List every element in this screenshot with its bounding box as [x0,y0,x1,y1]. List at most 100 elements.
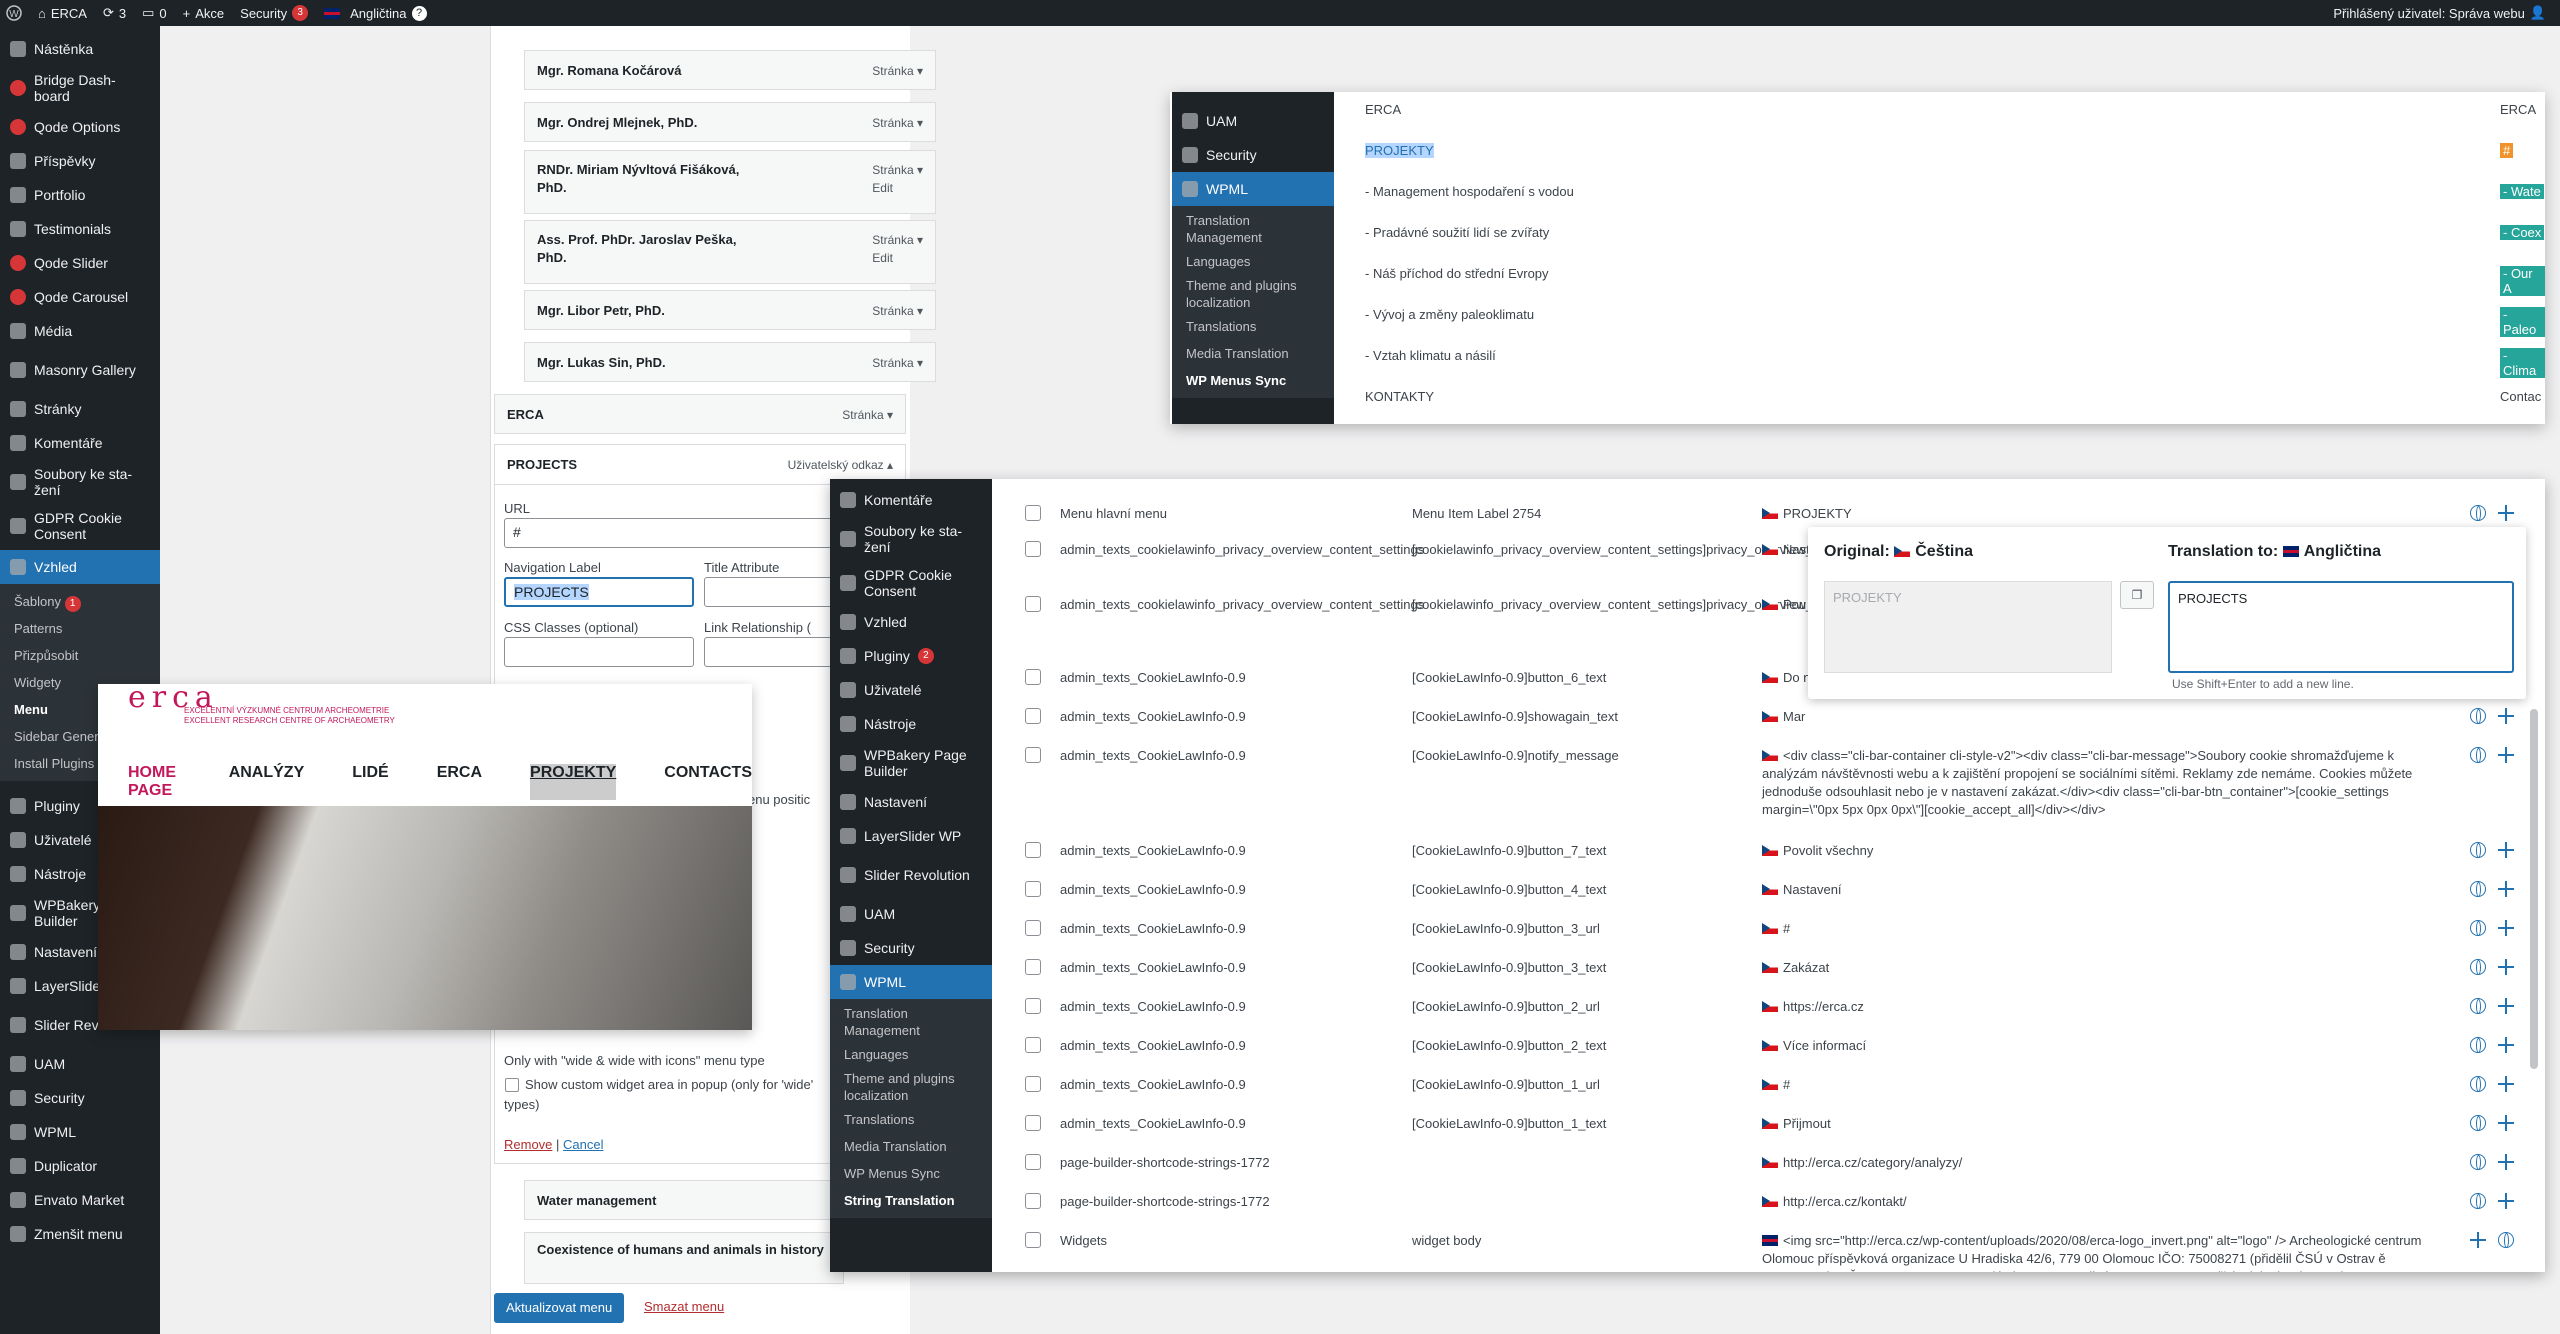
menu-media[interactable]: Média [0,314,160,348]
menu-uzivatele[interactable]: Uživatelé [830,673,992,707]
globe-icon[interactable] [2470,1154,2486,1170]
menu-envato-market[interactable]: Envato Market [0,1183,160,1217]
globe-icon[interactable] [2470,920,2486,936]
row-checkbox[interactable] [1025,920,1041,936]
row-checkbox[interactable] [1025,505,1041,521]
menu-gdpr-cookie-consent[interactable]: GDPR Cookie Consent [830,561,992,605]
updates-link[interactable]: ⟳ 3 [103,0,126,26]
site-nav-lide[interactable]: LIDÉ [352,764,388,800]
menu-item-person[interactable]: Mgr. Romana Kočárová Stránka ▾ [524,50,936,90]
wpml-submenu-translation-management[interactable]: Translation Management [1172,210,1334,248]
menu-soubory-ke-sta-zeni[interactable]: Soubory ke sta-žení [830,517,992,561]
user-account[interactable]: Přihlášený uživatel: Správa webu 👤 [2333,0,2546,26]
site-nav-erca[interactable]: ERCA [437,764,482,800]
row-checkbox[interactable] [1025,1193,1041,1209]
globe-icon[interactable] [2470,959,2486,975]
add-translation-icon[interactable] [2498,842,2514,858]
wpml-submenu-translations[interactable]: Translations [830,1106,992,1133]
add-translation-icon[interactable] [2498,998,2514,1014]
language-switcher[interactable]: Angličtina? [324,0,427,26]
globe-icon[interactable] [2498,1232,2514,1248]
menu-item-person[interactable]: RNDr. Miriam Nývltová Fišáková, PhD. Strá… [524,150,936,214]
wpml-submenu-languages[interactable]: Languages [830,1041,992,1068]
add-translation-icon[interactable] [2498,1115,2514,1131]
globe-icon[interactable] [2470,1193,2486,1209]
menu-nastaveni[interactable]: Nastavení [830,785,992,819]
menu-bridge-dash-board[interactable]: Bridge Dash-board [0,66,160,110]
security-link[interactable]: Security 3 [240,0,309,26]
globe-icon[interactable] [2470,842,2486,858]
site-name-link[interactable]: ⌂ ERCA [38,0,87,26]
menu-nastroje[interactable]: Nástroje [830,707,992,741]
menu-masonry-gallery[interactable]: Masonry Gallery [0,348,160,392]
menu-wpbakery-page-builder[interactable]: WPBakery Page Builder [830,741,992,785]
menu-item-person[interactable]: Mgr. Lukas Sin, PhD. Stránka ▾ [524,342,936,382]
globe-icon[interactable] [2470,881,2486,897]
add-translation-icon[interactable] [2498,708,2514,724]
row-checkbox[interactable] [1025,541,1041,557]
row-checkbox[interactable] [1025,998,1041,1014]
menu-wpml[interactable]: WPML [1172,172,1334,206]
add-translation-icon[interactable] [2498,1037,2514,1053]
row-checkbox[interactable] [1025,747,1041,763]
wpml-submenu-media-translation[interactable]: Media Translation [830,1133,992,1160]
globe-icon[interactable] [2470,747,2486,763]
menu-soubory-ke-sta-zeni[interactable]: Soubory ke sta-žení [0,460,160,504]
menu-layerslider-wp[interactable]: LayerSlider WP [830,819,992,853]
add-translation-icon[interactable] [2470,1232,2486,1248]
row-checkbox[interactable] [1025,669,1041,685]
menu-vzhled[interactable]: Vzhled [830,605,992,639]
menu-item-coexistence[interactable]: Coexistence of humans and animals in his… [524,1232,844,1284]
row-checkbox[interactable] [1025,842,1041,858]
menu-pluginy[interactable]: Pluginy 2 [830,639,992,673]
menu-qode-options[interactable]: Qode Options [0,110,160,144]
globe-icon[interactable] [2470,1115,2486,1131]
wpml-submenu-theme-and-plugins-localization[interactable]: Theme and plugins localization [1172,275,1334,313]
menu-security[interactable]: Security [0,1081,160,1115]
submenu-patterns[interactable]: Patterns [0,615,160,642]
add-translation-icon[interactable] [2498,505,2514,521]
navigation-label-field[interactable]: PROJECTS [504,577,694,607]
row-checkbox[interactable] [1025,959,1041,975]
submenu-prizpusobit[interactable]: Přizpůsobit [0,642,160,669]
menu-wpml[interactable]: WPML [0,1115,160,1149]
add-translation-icon[interactable] [2498,959,2514,975]
menu-portfolio[interactable]: Portfolio [0,178,160,212]
delete-menu-link[interactable]: Smazat menu [644,1299,724,1314]
menu-vzhled[interactable]: Vzhled [0,550,160,584]
link-relationship-field[interactable] [704,637,834,667]
menu-nastenka[interactable]: Nástěnka [0,32,160,66]
site-nav-analyzy[interactable]: ANALÝZY [229,764,305,800]
new-content-link[interactable]: + Akce [183,0,225,26]
menu-item-person[interactable]: Ass. Prof. PhDr. Jaroslav Peška, PhD. Str… [524,220,936,284]
wpml-submenu-media-translation[interactable]: Media Translation [1172,340,1334,367]
wpml-submenu-wp-menus-sync[interactable]: WP Menus Sync [830,1160,992,1187]
site-nav-projekty[interactable]: PROJEKTY [530,764,617,800]
update-menu-button[interactable]: Aktualizovat menu [494,1293,625,1323]
add-translation-icon[interactable] [2498,1076,2514,1092]
menu-item-water-management[interactable]: Water management [524,1180,844,1220]
menu-item-person[interactable]: Mgr. Ondrej Mlejnek, PhD. Stránka ▾ [524,102,936,142]
submenu-sablony[interactable]: Šablony 1 [0,588,160,615]
menu-uam[interactable]: UAM [830,897,992,931]
translation-text-area[interactable]: PROJECTS [2168,581,2514,673]
row-checkbox[interactable] [1025,596,1041,612]
url-field[interactable]: # [504,518,834,548]
menu-zmensit-menu[interactable]: Zmenšit menu [0,1217,160,1251]
add-translation-icon[interactable] [2498,1154,2514,1170]
site-nav-home-page[interactable]: HOME PAGE [128,764,181,800]
menu-komentare[interactable]: Komentáře [830,483,992,517]
menu-slider-revolution[interactable]: Slider Revolution [830,853,992,897]
row-checkbox[interactable] [1025,1154,1041,1170]
globe-icon[interactable] [2470,1037,2486,1053]
wordpress-logo-icon[interactable]: W [6,0,22,26]
menu-item-person[interactable]: Mgr. Libor Petr, PhD. Stránka ▾ [524,290,936,330]
globe-icon[interactable] [2470,1076,2486,1092]
menu-qode-carousel[interactable]: Qode Carousel [0,280,160,314]
menu-komentare[interactable]: Komentáře [0,426,160,460]
cancel-link[interactable]: Cancel [563,1137,603,1152]
menu-testimonials[interactable]: Testimonials [0,212,160,246]
css-classes-field[interactable] [504,637,694,667]
remove-link[interactable]: Remove | Cancel [504,1137,604,1152]
row-checkbox[interactable] [1025,1037,1041,1053]
